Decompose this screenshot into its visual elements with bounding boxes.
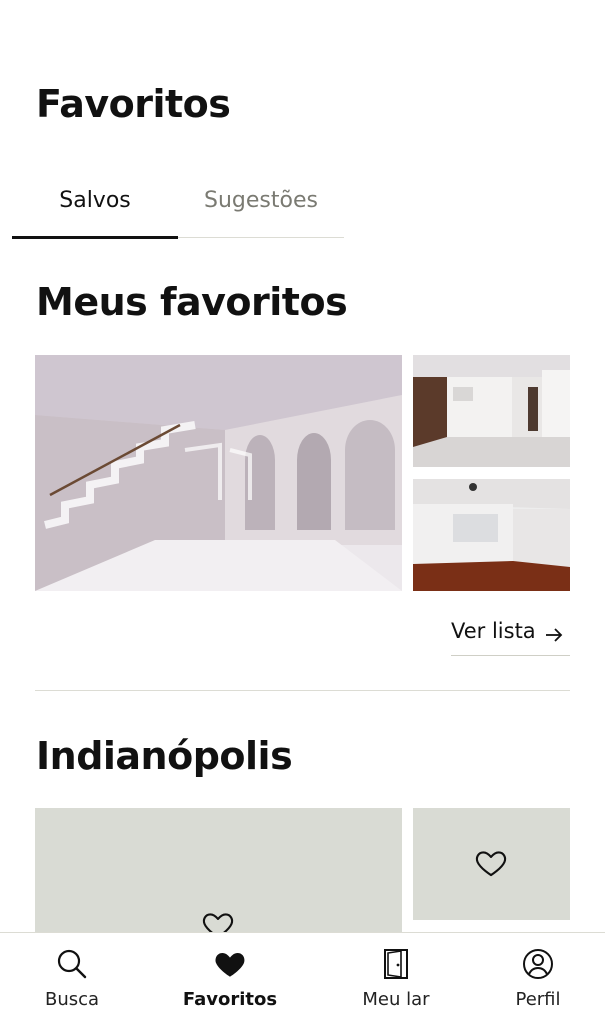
tab-salvos[interactable]: Salvos [12, 176, 178, 239]
property-photo-placeholder[interactable] [413, 808, 570, 920]
tab-salvos-label: Salvos [59, 188, 131, 213]
property-photo-placeholder[interactable] [35, 808, 402, 939]
nav-label-meu-lar: Meu lar [362, 989, 430, 1010]
heart-outline-icon [475, 851, 507, 877]
nav-label-busca: Busca [44, 989, 100, 1010]
active-tab-indicator [12, 236, 178, 239]
property-photo-secondary-2[interactable] [413, 479, 570, 591]
list-title-indianopolis: Indianópolis [36, 734, 293, 778]
user-circle-icon [523, 949, 553, 979]
list-title-meus-favoritos: Meus favoritos [36, 280, 348, 324]
nav-item-meu-lar[interactable]: Meu lar [352, 933, 440, 1024]
tabs: Salvos Sugestões [12, 176, 344, 239]
search-icon [57, 949, 87, 979]
tab-sugestoes[interactable]: Sugestões [178, 176, 344, 237]
view-list-label: Ver lista [451, 619, 536, 643]
nav-label-favoritos: Favoritos [182, 989, 278, 1010]
page-title: Favoritos [36, 82, 231, 126]
nav-item-favoritos[interactable]: Favoritos [178, 933, 282, 1024]
arrow-right-icon [545, 628, 562, 642]
door-icon [384, 949, 408, 979]
tab-sugestoes-label: Sugestões [204, 188, 318, 213]
section-divider [35, 690, 570, 691]
heart-icon [215, 952, 245, 977]
property-photo-main[interactable] [35, 355, 402, 591]
nav-item-perfil[interactable]: Perfil [502, 933, 574, 1024]
nav-label-perfil: Perfil [515, 989, 561, 1010]
nav-item-busca[interactable]: Busca [30, 933, 114, 1024]
view-list-link[interactable]: Ver lista [451, 619, 570, 656]
property-photo-secondary-1[interactable] [413, 355, 570, 467]
bottom-nav: Busca Favoritos Meu lar Perfil [0, 932, 605, 1024]
